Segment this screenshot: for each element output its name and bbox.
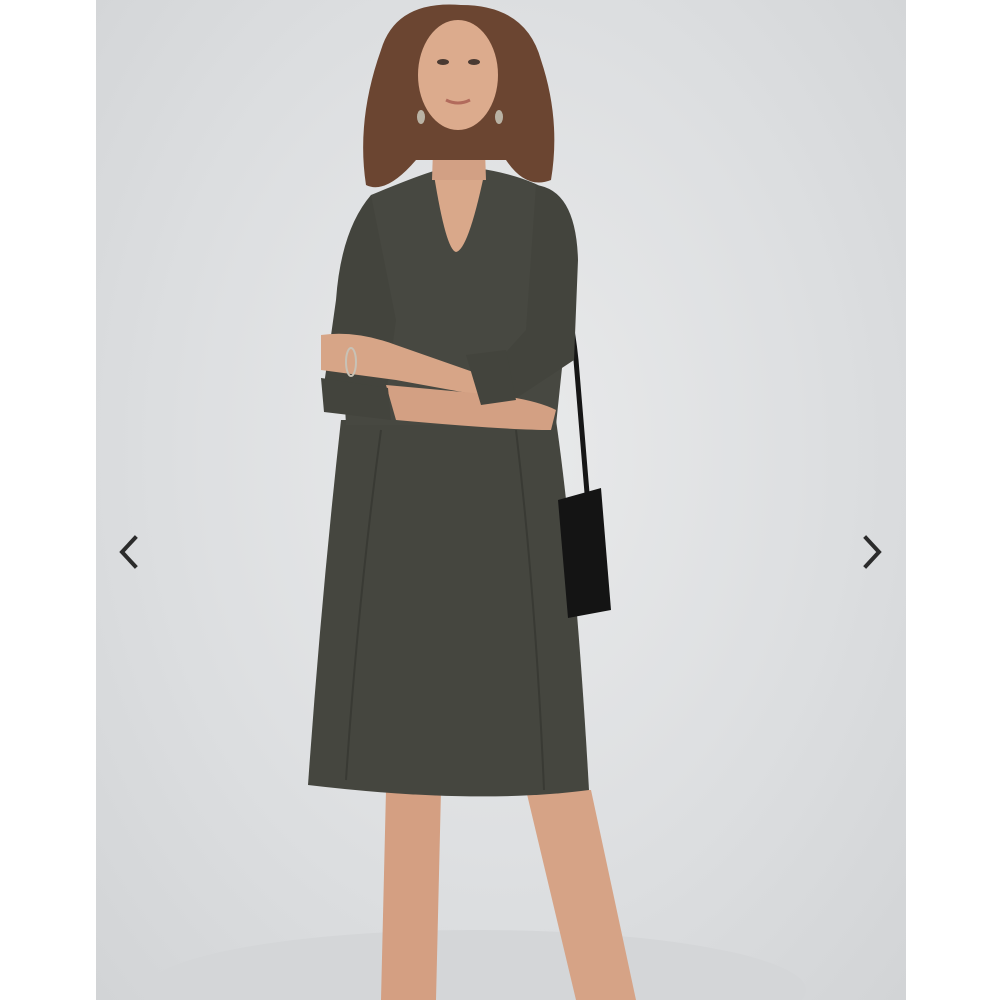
left-earring (417, 110, 425, 124)
model-illustration (146, 4, 806, 1000)
dress-skirt (308, 420, 589, 797)
left-eye (437, 59, 449, 65)
right-earring (495, 110, 503, 124)
floor-shadow (146, 930, 806, 1000)
right-eye (468, 59, 480, 65)
chevron-left-icon (119, 535, 138, 569)
previous-image-button[interactable] (108, 530, 148, 574)
chevron-right-icon (863, 535, 882, 569)
left-leg (381, 790, 441, 1000)
next-image-button[interactable] (853, 530, 893, 574)
product-photo (96, 0, 906, 1000)
product-image-viewer (0, 0, 1000, 1000)
face (418, 20, 498, 130)
